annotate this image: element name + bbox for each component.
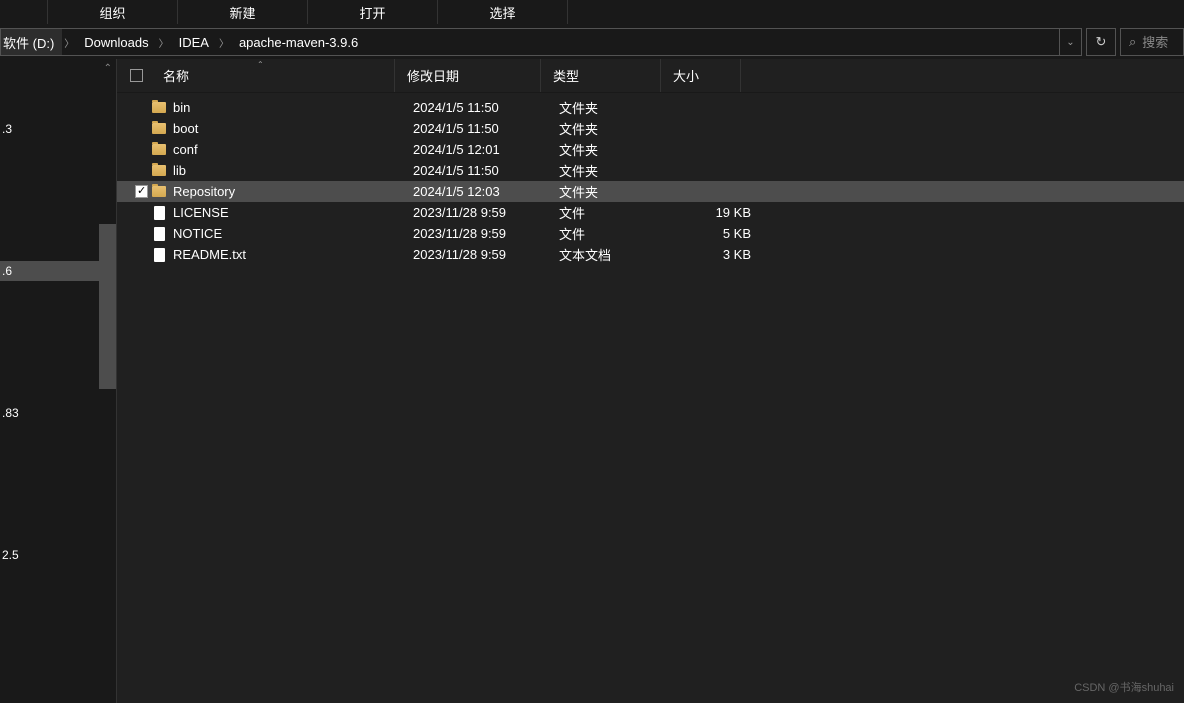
breadcrumb-downloads[interactable]: Downloads (76, 29, 156, 55)
file-type: 文件夹 (559, 119, 679, 138)
file-name: NOTICE (173, 226, 413, 241)
breadcrumb-maven[interactable]: apache-maven-3.9.6 (231, 29, 366, 55)
file-date: 2024/1/5 11:50 (413, 121, 559, 136)
file-name: conf (173, 142, 413, 157)
file-type: 文件 (559, 203, 679, 222)
file-date: 2023/11/28 9:59 (413, 205, 559, 220)
toolbar-organize[interactable]: 组织 (48, 0, 178, 24)
file-date: 2024/1/5 12:03 (413, 184, 559, 199)
search-icon: ⌕ (1129, 34, 1136, 50)
search-input[interactable] (1142, 35, 1172, 50)
sidebar-item-2[interactable]: .83 (0, 403, 116, 423)
column-header-size[interactable]: 大小 (661, 59, 741, 92)
file-type: 文本文档 (559, 245, 679, 264)
file-name: bin (173, 100, 413, 115)
chevron-right-icon: 〉 (62, 35, 76, 50)
column-header-type[interactable]: 类型 (541, 59, 661, 92)
breadcrumb-drive[interactable]: 软件 (D:) (1, 29, 62, 55)
breadcrumb-idea[interactable]: IDEA (171, 29, 217, 55)
file-name: Repository (173, 184, 413, 199)
toolbar: 组织 新建 打开 选择 (0, 0, 1184, 25)
folder-icon (151, 100, 167, 116)
folder-icon (151, 184, 167, 200)
file-date: 2023/11/28 9:59 (413, 247, 559, 262)
folder-icon (151, 163, 167, 179)
breadcrumb[interactable]: 软件 (D:) 〉 Downloads 〉 IDEA 〉 apache-mave… (0, 28, 1082, 56)
columns-header: ⌃ 名称 修改日期 类型 大小 (117, 59, 1184, 93)
breadcrumb-dropdown[interactable]: ⌄ (1059, 29, 1081, 55)
file-date: 2024/1/5 11:50 (413, 163, 559, 178)
file-row[interactable]: lib2024/1/5 11:50文件夹 (117, 160, 1184, 181)
file-name: lib (173, 163, 413, 178)
file-row[interactable]: bin2024/1/5 11:50文件夹 (117, 97, 1184, 118)
file-date: 2024/1/5 11:50 (413, 100, 559, 115)
checkbox-icon (135, 185, 148, 198)
column-header-name[interactable]: 名称 (151, 59, 395, 92)
file-type: 文件夹 (559, 182, 679, 201)
checkbox-icon (130, 69, 143, 82)
toolbar-select[interactable]: 选择 (438, 0, 568, 24)
column-header-date[interactable]: 修改日期 (395, 59, 541, 92)
file-size: 3 KB (679, 247, 751, 262)
file-type: 文件 (559, 224, 679, 243)
file-icon (151, 205, 167, 221)
file-row[interactable]: README.txt2023/11/28 9:59文本文档3 KB (117, 244, 1184, 265)
addressbar: 软件 (D:) 〉 Downloads 〉 IDEA 〉 apache-mave… (0, 25, 1184, 59)
refresh-button[interactable]: ↻ (1086, 28, 1116, 56)
file-row[interactable]: conf2024/1/5 12:01文件夹 (117, 139, 1184, 160)
content-area: ⌃ .3 .6 .83 2.5 ⌃ 名称 修改日期 类型 大小 bin2024/… (0, 59, 1184, 703)
file-type: 文件夹 (559, 140, 679, 159)
file-date: 2023/11/28 9:59 (413, 226, 559, 241)
sidebar: ⌃ .3 .6 .83 2.5 (0, 59, 117, 703)
watermark: CSDN @书海shuhai (1074, 679, 1174, 695)
file-icon (151, 226, 167, 242)
sidebar-item-3[interactable]: 2.5 (0, 545, 116, 565)
select-all-checkbox[interactable] (117, 69, 151, 82)
file-type: 文件夹 (559, 98, 679, 117)
file-row[interactable]: NOTICE2023/11/28 9:59文件5 KB (117, 223, 1184, 244)
refresh-icon: ↻ (1096, 34, 1107, 50)
file-name: README.txt (173, 247, 413, 262)
toolbar-new[interactable]: 新建 (178, 0, 308, 24)
file-size: 5 KB (679, 226, 751, 241)
sidebar-item-0[interactable]: .3 (0, 119, 116, 139)
file-date: 2024/1/5 12:01 (413, 142, 559, 157)
file-type: 文件夹 (559, 161, 679, 180)
folder-icon (151, 121, 167, 137)
file-name: LICENSE (173, 205, 413, 220)
chevron-right-icon: 〉 (217, 35, 231, 50)
file-row[interactable]: boot2024/1/5 11:50文件夹 (117, 118, 1184, 139)
chevron-right-icon: 〉 (157, 35, 171, 50)
main-panel: ⌃ 名称 修改日期 类型 大小 bin2024/1/5 11:50文件夹boot… (117, 59, 1184, 703)
sidebar-scrollbar[interactable] (99, 224, 116, 389)
row-checkbox[interactable] (135, 185, 151, 198)
file-name: boot (173, 121, 413, 136)
file-row[interactable]: Repository2024/1/5 12:03文件夹 (117, 181, 1184, 202)
file-row[interactable]: LICENSE2023/11/28 9:59文件19 KB (117, 202, 1184, 223)
file-icon (151, 247, 167, 263)
folder-icon (151, 142, 167, 158)
file-list: bin2024/1/5 11:50文件夹boot2024/1/5 11:50文件… (117, 93, 1184, 265)
sort-indicator-icon: ⌃ (257, 60, 264, 69)
toolbar-open[interactable]: 打开 (308, 0, 438, 24)
toolbar-spacer (0, 0, 48, 24)
search-box[interactable]: ⌕ (1120, 28, 1184, 56)
chevron-up-icon[interactable]: ⌃ (104, 63, 112, 74)
file-size: 19 KB (679, 205, 751, 220)
